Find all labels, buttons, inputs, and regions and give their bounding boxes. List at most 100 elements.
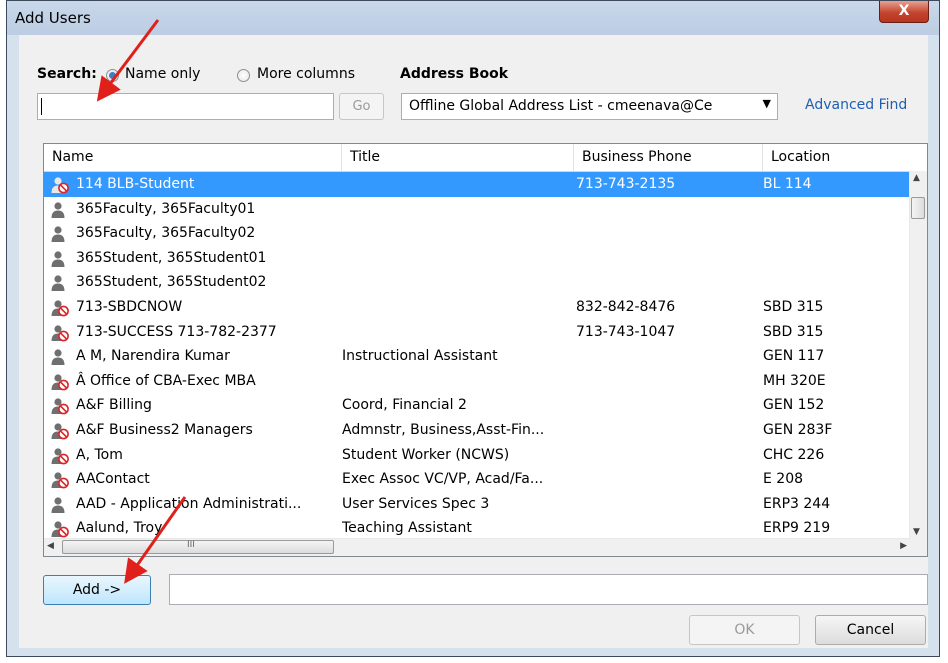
search-input[interactable]	[37, 93, 334, 120]
ok-button[interactable]: OK	[689, 615, 800, 645]
blocked-user-icon	[50, 299, 70, 317]
cell-location: E 208	[763, 471, 804, 488]
blocked-user-icon	[50, 373, 70, 391]
dialog-body: Search: Name only More columns Address B…	[19, 35, 928, 648]
table-row[interactable]: 365Student, 365Student02	[44, 270, 910, 295]
cell-title: Exec Assoc VC/VP, Acad/Fa...	[342, 471, 544, 488]
table-row[interactable]: 713-SBDCNOW 832-842-8476 SBD 315	[44, 295, 910, 320]
cell-location: CHC 226	[763, 446, 825, 463]
blocked-user-icon	[50, 397, 70, 415]
user-icon	[50, 225, 70, 243]
cell-phone: 832-842-8476	[576, 299, 676, 315]
more-columns-radio[interactable]	[237, 69, 250, 82]
user-icon	[50, 348, 70, 366]
add-button[interactable]: Add ->	[43, 575, 151, 605]
table-row[interactable]: A M, Narendira Kumar Instructional Assist…	[44, 344, 910, 369]
blocked-user-icon	[50, 520, 70, 538]
close-button[interactable]: X	[879, 1, 929, 23]
vertical-scroll-thumb[interactable]	[911, 197, 925, 219]
table-row[interactable]: 365Faculty, 365Faculty01	[44, 197, 910, 222]
user-icon	[50, 496, 70, 514]
advanced-find-link[interactable]: Advanced Find	[805, 97, 907, 113]
table-row[interactable]: A, Tom Student Worker (NCWS) CHC 226	[44, 443, 910, 468]
table-row[interactable]: 114 BLB-Student 713-743-2135 BL 114	[44, 172, 910, 197]
blocked-user-icon	[50, 422, 70, 440]
list-header: Name Title Business Phone Location	[44, 144, 927, 172]
cell-location: SBD 315	[763, 299, 824, 315]
table-row[interactable]: Â Office of CBA-Exec MBA MH 320E	[44, 369, 910, 394]
user-icon	[50, 274, 70, 292]
name-only-radio[interactable]	[106, 69, 119, 82]
name-only-label[interactable]: Name only	[125, 66, 200, 82]
blocked-user-icon	[50, 324, 70, 342]
cell-title: Student Worker (NCWS)	[342, 446, 510, 463]
cell-name: 365Student, 365Student02	[76, 274, 267, 291]
cell-name: A&F Business2 Managers	[76, 422, 253, 438]
more-columns-label[interactable]: More columns	[257, 66, 355, 82]
cell-name: A, Tom	[76, 446, 123, 463]
table-row[interactable]: 365Student, 365Student01	[44, 246, 910, 271]
scroll-left-icon[interactable]: ◀	[47, 541, 54, 551]
cell-name: 365Student, 365Student01	[76, 249, 267, 266]
cell-name: AAContact	[76, 471, 150, 488]
blocked-user-icon	[50, 471, 70, 489]
cancel-button[interactable]: Cancel	[815, 615, 926, 645]
title-bar: Add Users X	[7, 1, 939, 35]
table-row[interactable]: A&F Business2 Managers Admnstr, Business,…	[44, 418, 910, 443]
cell-title: User Services Spec 3	[342, 495, 490, 512]
cell-name: 713-SBDCNOW	[76, 299, 183, 315]
user-icon	[50, 201, 70, 219]
blocked-user-icon	[50, 176, 70, 194]
table-row[interactable]: A&F Billing Coord, Financial 2 GEN 152	[44, 393, 910, 418]
cell-title: Instructional Assistant	[342, 348, 498, 365]
table-row[interactable]: AAContact Exec Assoc VC/VP, Acad/Fa... E 2…	[44, 467, 910, 492]
scroll-corner	[910, 539, 927, 556]
horizontal-scroll-thumb[interactable]: III	[62, 540, 334, 554]
blocked-user-icon	[50, 447, 70, 465]
address-book-select[interactable]: Offline Global Address List - cmeenava@C…	[401, 93, 778, 120]
table-row[interactable]: AAD - Application Administrati... User Se…	[44, 492, 910, 517]
cell-name: 713-SUCCESS 713-782-2377	[76, 323, 277, 340]
grip-icon: III	[187, 540, 195, 550]
cell-phone: 713-743-2135	[576, 176, 676, 192]
cell-name: A M, Narendira Kumar	[76, 348, 230, 365]
cell-phone: 713-743-1047	[576, 323, 676, 340]
cell-name: 114 BLB-Student	[76, 176, 195, 192]
cell-location: GEN 117	[763, 348, 825, 365]
column-header-business-phone[interactable]: Business Phone	[574, 144, 763, 171]
cell-name: 365Faculty, 365Faculty02	[76, 225, 256, 242]
chevron-down-icon: ▼	[762, 97, 771, 110]
cell-title: Admnstr, Business,Asst-Fin...	[342, 422, 545, 438]
cell-name: A&F Billing	[76, 397, 152, 414]
table-row[interactable]: 713-SUCCESS 713-782-2377 713-743-1047 SBD …	[44, 320, 910, 345]
column-header-location[interactable]: Location	[763, 144, 910, 171]
table-row[interactable]: 365Faculty, 365Faculty02	[44, 221, 910, 246]
user-icon	[50, 250, 70, 268]
cell-name: AAD - Application Administrati...	[76, 495, 302, 512]
scroll-down-icon[interactable]: ▼	[913, 527, 920, 537]
cell-location: ERP3 244	[763, 495, 831, 512]
cell-name: 365Faculty, 365Faculty01	[76, 200, 256, 217]
address-book-value: Offline Global Address List - cmeenava@C…	[409, 98, 713, 114]
selected-users-field[interactable]	[169, 574, 928, 605]
scroll-right-icon[interactable]: ▶	[900, 541, 907, 551]
column-header-title[interactable]: Title	[342, 144, 574, 171]
cell-name: Â Office of CBA-Exec MBA	[76, 372, 256, 389]
vertical-scrollbar[interactable]: ▲ ▼	[909, 171, 927, 539]
scroll-up-icon[interactable]: ▲	[913, 173, 920, 183]
horizontal-scrollbar[interactable]: ◀ III ▶	[44, 538, 910, 556]
address-list[interactable]: Name Title Business Phone Location 114 B…	[43, 143, 928, 557]
cell-location: BL 114	[763, 176, 812, 192]
go-button[interactable]: Go	[339, 93, 384, 120]
cell-location: GEN 152	[763, 397, 825, 414]
close-icon: X	[898, 3, 910, 19]
cell-location: SBD 315	[763, 323, 824, 340]
column-header-name[interactable]: Name	[44, 144, 342, 171]
text-caret	[41, 98, 42, 115]
cell-location: GEN 283F	[763, 422, 833, 438]
cell-title: Coord, Financial 2	[342, 397, 467, 414]
cell-location: MH 320E	[763, 372, 826, 389]
dialog-title: Add Users	[15, 9, 91, 27]
address-book-label: Address Book	[400, 66, 509, 82]
search-label: Search:	[37, 66, 97, 82]
